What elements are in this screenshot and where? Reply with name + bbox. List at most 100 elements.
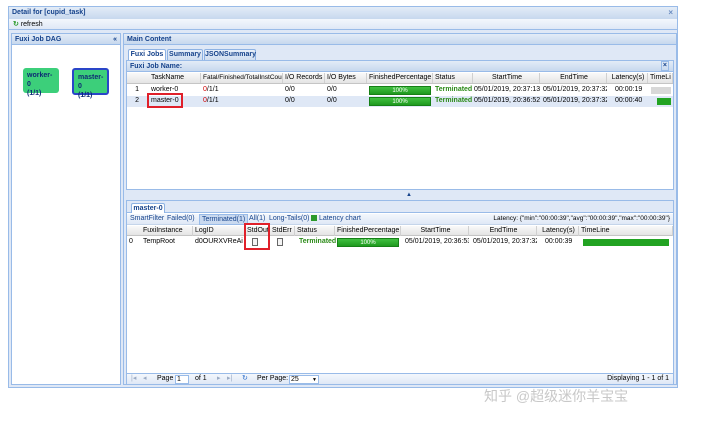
refresh-icon: ↻ <box>13 21 19 28</box>
job-name-label: Fuxi Job Name: <box>130 63 183 70</box>
latency-summary: Latency: {"min":"00:00:39","avg":"00:00:… <box>493 215 670 222</box>
col-start-time[interactable]: StartTime <box>401 226 469 236</box>
dag-node-worker-name: worker-0 <box>27 72 53 88</box>
latency-chart-button[interactable]: Latency chart <box>311 214 361 224</box>
latency: 00:00:40 <box>615 97 643 104</box>
per-page-select[interactable]: 25 ▼ <box>289 375 319 384</box>
end-time: 05/01/2019, 20:37:32 <box>543 86 607 93</box>
inst-count: 0/1/1 <box>203 86 219 93</box>
col-taskname[interactable]: TaskName <box>141 73 201 83</box>
tab-master-0[interactable]: master-0 × <box>131 203 165 222</box>
last-page-icon[interactable]: ▸| <box>227 374 232 384</box>
timeline-bar <box>657 98 671 105</box>
end-time: 05/01/2019, 20:37:32 <box>473 238 537 245</box>
filter-long-tails[interactable]: Long-Tails(0) <box>269 214 309 224</box>
job-grid-panel: Fuxi Job Name: × TaskName Fatal/Finished… <box>126 60 674 190</box>
filter-failed[interactable]: Failed(0) <box>167 214 195 224</box>
log-id: d0OURXVReAi1 <box>195 238 243 245</box>
timeline-bar <box>583 239 669 246</box>
col-io-bytes[interactable]: I/O Bytes <box>325 73 367 83</box>
col-latency[interactable]: Latency(s) <box>537 226 579 236</box>
col-stderr[interactable]: StdErr <box>270 226 295 236</box>
splitter-arrow-icon[interactable]: ▲ <box>406 192 412 198</box>
instance-name: TempRoot <box>143 238 175 245</box>
status-text: Terminated <box>435 97 473 104</box>
col-latency[interactable]: Latency(s) <box>607 73 648 83</box>
window-title-bar: Detail for [cupid_task] × <box>9 7 677 19</box>
row-index: 2 <box>135 97 139 104</box>
row-index: 1 <box>135 86 139 93</box>
col-status[interactable]: Status <box>433 73 473 83</box>
dag-node-master-status: (1/1) <box>78 92 93 99</box>
per-page-label: Per Page: <box>257 375 289 382</box>
tab-summary[interactable]: Summary <box>167 49 203 60</box>
col-fuxi-instance[interactable]: FuxiInstance <box>137 226 193 236</box>
io-records: 0/0 <box>285 86 295 93</box>
col-finished-pct[interactable]: FinishedPercentage <box>335 226 401 236</box>
col-start-time[interactable]: StartTime <box>473 73 540 83</box>
chevron-down-icon: ▼ <box>312 377 317 383</box>
col-inst-count[interactable]: Fatal/Finished/TotalInstCount <box>201 73 283 83</box>
status-text: Terminated <box>435 86 473 93</box>
dag-panel-header: Fuxi Job DAG « <box>12 34 120 45</box>
progress-bar: 100% <box>337 238 399 247</box>
filter-smart[interactable]: SmartFilter <box>130 214 164 224</box>
col-finished-pct[interactable]: FinishedPercentage <box>367 73 433 83</box>
dag-node-master[interactable]: master-0 (1/1) <box>72 68 109 99</box>
main-content-title: Main Content <box>127 36 172 43</box>
inst-count: 0/1/1 <box>203 97 219 104</box>
refresh-page-icon[interactable]: ↻ <box>242 374 248 384</box>
page-input[interactable]: 1 <box>175 375 189 384</box>
timeline-bar <box>651 87 671 94</box>
stderr-file-icon[interactable] <box>277 238 283 246</box>
close-icon[interactable]: × <box>668 7 673 19</box>
refresh-label: refresh <box>20 21 43 28</box>
row-index: 0 <box>129 238 133 245</box>
page-of-label: of 1 <box>195 375 207 382</box>
col-status[interactable]: Status <box>295 226 335 236</box>
col-io-records[interactable]: I/O Records <box>283 73 325 83</box>
io-bytes: 0/0 <box>327 97 337 104</box>
col-timeline[interactable]: TimeLi <box>648 73 673 83</box>
instance-detail-panel: master-0 × SmartFilter Failed(0) Termina… <box>126 200 674 384</box>
instance-table-header: FuxiInstance LogID StdOut StdErr Status … <box>127 226 673 236</box>
tab-fuxi-jobs[interactable]: Fuxi Jobs <box>128 49 166 60</box>
page-label: Page <box>157 375 174 382</box>
col-end-time[interactable]: EndTime <box>540 73 607 83</box>
close-icon[interactable]: × <box>660 61 669 71</box>
highlight-box-master-row <box>147 93 183 108</box>
start-time: 05/01/2019, 20:36:53 <box>405 238 469 245</box>
main-content-header: Main Content <box>124 34 676 45</box>
latency: 00:00:39 <box>545 238 573 245</box>
prev-page-icon[interactable]: ◂ <box>143 374 147 384</box>
dag-panel: Fuxi Job DAG « worker-0 (1/1) master-0 (… <box>11 33 121 385</box>
latency-chart-label: Latency chart <box>318 215 361 222</box>
highlight-box-stdout <box>244 223 270 250</box>
end-time: 05/01/2019, 20:37:32 <box>543 97 607 104</box>
dag-node-worker[interactable]: worker-0 (1/1) <box>23 68 59 97</box>
col-timeline[interactable]: TimeLine <box>579 226 673 236</box>
collapse-left-icon[interactable]: « <box>113 34 117 45</box>
latency: 00:00:19 <box>615 86 643 93</box>
refresh-button[interactable]: ↻ refresh <box>13 20 43 29</box>
chart-icon <box>311 215 317 222</box>
detail-tab-strip: master-0 × <box>127 201 673 222</box>
start-time: 05/01/2019, 20:36:52 <box>474 97 540 104</box>
col-end-time[interactable]: EndTime <box>469 226 537 236</box>
tab-json-summary[interactable]: JSONSummary <box>204 49 256 60</box>
job-grid-header: Fuxi Job Name: × <box>127 61 673 72</box>
progress-bar: 100% <box>369 86 431 95</box>
io-bytes: 0/0 <box>327 86 337 93</box>
next-page-icon[interactable]: ▸ <box>217 374 221 384</box>
col-logid[interactable]: LogID <box>193 226 245 236</box>
watermark: 知乎 @超级迷你羊宝宝 <box>484 388 629 404</box>
table-row[interactable]: 1 worker-0 0/1/1 0/0 0/0 100% Terminated… <box>127 85 673 96</box>
filter-terminated[interactable]: Terminated(1) <box>199 214 249 225</box>
pager-toolbar: |◂ ◂ Page 1 of 1 ▸ ▸| ↻ Per Page: 25 ▼ D… <box>127 373 673 384</box>
window-title: Detail for [cupid_task] <box>12 9 86 16</box>
table-row[interactable]: 0 TempRoot d0OURXVReAi1 Terminated 100% … <box>127 237 673 248</box>
dag-node-worker-status: (1/1) <box>27 90 42 97</box>
first-page-icon[interactable]: |◂ <box>131 374 136 384</box>
top-toolbar: ↻ refresh <box>9 19 677 30</box>
table-row-selected[interactable]: 2 master-0 0/1/1 0/0 0/0 100% Terminated… <box>127 96 673 107</box>
